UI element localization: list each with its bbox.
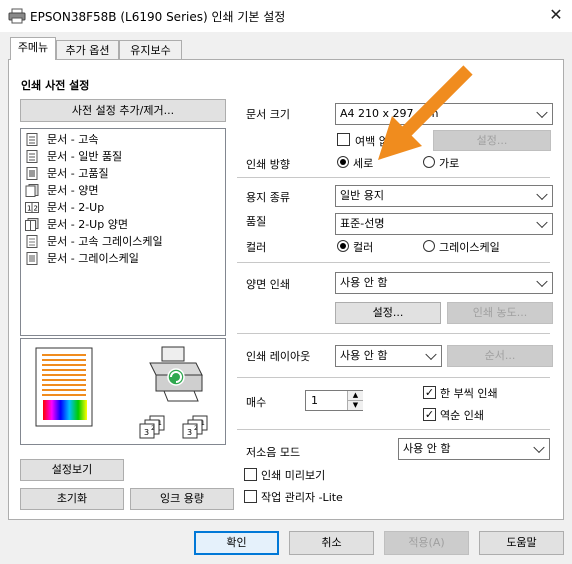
svg-text:2: 2: [151, 425, 155, 432]
presets-list[interactable]: 문서 - 고속 문서 - 일반 품질 문서 - 고품질 문서 - 양면 12 문…: [20, 128, 226, 336]
document-icon: [25, 150, 39, 163]
borderless-checkbox[interactable]: [337, 133, 350, 146]
duplex-label: 양면 인쇄: [246, 278, 290, 291]
chevron-down-icon: [536, 275, 548, 288]
apply-button[interactable]: 적용(A): [384, 531, 469, 555]
color-option-label: 컬러: [353, 241, 374, 254]
pages-stack-icon: 3 21: [182, 415, 208, 439]
svg-text:1: 1: [201, 420, 205, 427]
arrow-annotation-icon: [378, 65, 473, 160]
chevron-down-icon: [536, 106, 548, 119]
layout-label: 인쇄 레이아웃: [246, 350, 311, 363]
color-radio[interactable]: [337, 240, 349, 252]
close-icon[interactable]: ✕: [545, 4, 567, 26]
reset-button[interactable]: 초기화: [20, 488, 124, 510]
increment-icon[interactable]: ▲: [347, 391, 363, 401]
divider: [237, 262, 550, 263]
two-up-icon: 12: [25, 201, 39, 214]
svg-text:2: 2: [34, 205, 38, 213]
reverse-order-checkbox[interactable]: ✓: [423, 408, 436, 421]
orientation-label: 인쇄 방향: [246, 158, 290, 171]
tab-main[interactable]: 주메뉴: [10, 37, 56, 60]
printer-rotate-icon: [149, 346, 203, 402]
chevron-down-icon: [536, 216, 548, 229]
svg-text:3: 3: [187, 428, 192, 437]
divider: [237, 377, 550, 378]
grayscale-option-label: 그레이스케일: [439, 241, 500, 254]
show-settings-button[interactable]: 설정보기: [20, 459, 124, 481]
chevron-down-icon: [536, 188, 548, 201]
reverse-order-label: 역순 인쇄: [440, 409, 484, 422]
svg-text:3: 3: [144, 428, 149, 437]
print-preview-checkbox[interactable]: [244, 468, 257, 481]
duplex-icon: [25, 184, 39, 197]
preview-box: 321 321: [20, 338, 226, 445]
quality-label: 품질: [246, 215, 267, 228]
duplex-settings-button[interactable]: 설정...: [335, 302, 441, 324]
two-up-duplex-icon: [25, 218, 39, 231]
divider: [237, 177, 550, 178]
svg-text:1: 1: [27, 205, 31, 213]
cancel-button[interactable]: 취소: [289, 531, 374, 555]
printer-icon: [8, 8, 26, 24]
ok-button[interactable]: 확인: [194, 531, 279, 555]
window-title: EPSON38F58B (L6190 Series) 인쇄 기본 설정: [30, 10, 286, 24]
job-arranger-checkbox[interactable]: [244, 490, 257, 503]
grayscale-radio[interactable]: [423, 240, 435, 252]
tab-maintenance[interactable]: 유지보수: [119, 40, 182, 60]
pages-stack-icon: 3 21: [139, 415, 165, 439]
svg-text:2: 2: [194, 425, 198, 432]
portrait-radio[interactable]: [337, 156, 349, 168]
duplex-select[interactable]: 사용 안 함: [335, 272, 553, 294]
help-button[interactable]: 도움말: [479, 531, 564, 555]
svg-text:1: 1: [158, 420, 162, 427]
document-icon: [25, 235, 39, 248]
document-icon: [25, 133, 39, 146]
copies-label: 매수: [246, 396, 267, 409]
tab-more-options[interactable]: 추가 옵션: [56, 40, 119, 60]
job-arranger-label: 작업 관리자 -Lite: [261, 491, 343, 504]
ink-levels-button[interactable]: 잉크 용량: [130, 488, 234, 510]
divider: [237, 333, 550, 334]
page-preview-icon: [35, 347, 93, 427]
chevron-down-icon: [425, 348, 437, 361]
decrement-icon[interactable]: ▼: [347, 401, 363, 410]
page-order-button[interactable]: 순서...: [447, 345, 553, 367]
add-remove-presets-button[interactable]: 사전 설정 추가/제거...: [20, 99, 226, 122]
document-icon: [25, 167, 39, 180]
layout-select[interactable]: 사용 안 함: [335, 345, 442, 367]
paper-type-label: 용지 종류: [246, 191, 290, 204]
color-label: 컬러: [246, 241, 267, 254]
collate-label: 한 부씩 인쇄: [440, 387, 498, 400]
divider: [237, 429, 550, 430]
paper-type-select[interactable]: 일반 용지: [335, 185, 553, 207]
collate-checkbox[interactable]: ✓: [423, 386, 436, 399]
chevron-down-icon: [533, 441, 545, 454]
copies-stepper[interactable]: 1 ▲ ▼: [305, 390, 363, 411]
document-icon: [25, 252, 39, 265]
print-preview-label: 인쇄 미리보기: [261, 469, 326, 482]
print-density-button[interactable]: 인쇄 농도...: [447, 302, 553, 324]
quality-select[interactable]: 표준-선명: [335, 213, 553, 235]
presets-header: 인쇄 사전 설정: [21, 79, 90, 92]
quiet-mode-select[interactable]: 사용 안 함: [398, 438, 550, 460]
paper-size-label: 문서 크기: [246, 108, 290, 121]
quiet-mode-label: 저소음 모드: [246, 446, 301, 459]
